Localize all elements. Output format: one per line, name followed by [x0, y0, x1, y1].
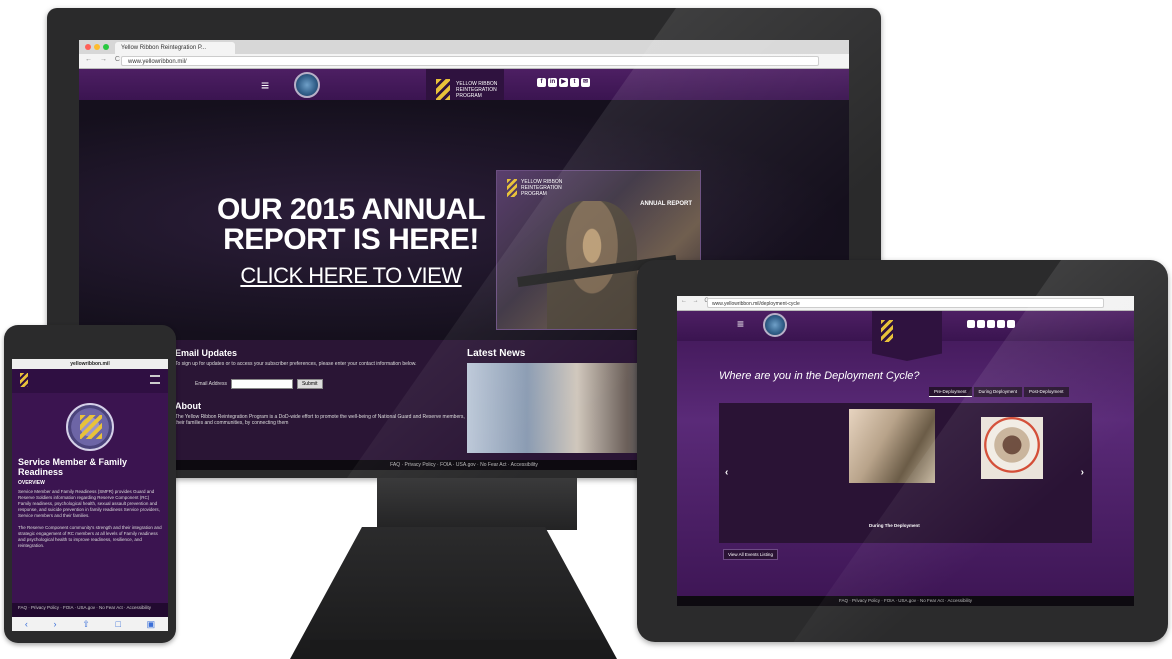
browser-address-bar-row: ← → C www.yellowribbon.mil/ [79, 54, 849, 69]
safari-toolbar: ‹ › ⇧ □ ▣ [12, 617, 168, 631]
hero-cta-link[interactable]: CLICK HERE TO VIEW [206, 263, 496, 289]
deployment-carousel: ‹ During The Deployment › [719, 403, 1092, 543]
address-input[interactable]: www.yellowribbon.mil/ [121, 56, 819, 66]
carousel-caption: During The Deployment [869, 523, 920, 528]
tablet-screen: ← → C www.yellowribbon.mil/deployment-cy… [677, 296, 1134, 606]
page-title: Service Member & Family Readiness [18, 457, 128, 477]
logo-text: YELLOW RIBBON REINTEGRATION PROGRAM [456, 81, 498, 99]
report-title: ANNUAL REPORT [640, 201, 692, 207]
browser-tab[interactable]: Yellow Ribbon Reintegration P... [115, 42, 235, 54]
email-icon[interactable]: ✉ [581, 78, 590, 87]
menu-icon[interactable] [150, 375, 160, 384]
phone-screen: yellowribbon.mil Service Member & Family… [12, 359, 168, 617]
youtube-icon[interactable]: ▶ [559, 78, 568, 87]
tablet-address-bar-row: ← → C www.yellowribbon.mil/deployment-cy… [677, 296, 1134, 311]
menu-icon[interactable]: ≡ [737, 318, 744, 330]
facebook-icon[interactable]: f [537, 78, 546, 87]
mobile-phone: yellowribbon.mil Service Member & Family… [4, 325, 176, 643]
tabs-icon[interactable]: ▣ [147, 619, 156, 630]
twitter-icon[interactable]: t [570, 78, 579, 87]
submit-button[interactable]: Submit [296, 379, 323, 389]
section-subtitle: OVERVIEW [18, 480, 45, 486]
carousel-next-icon[interactable]: › [1081, 467, 1084, 478]
minimize-window-icon[interactable] [94, 44, 100, 50]
linkedin-icon[interactable] [977, 320, 985, 328]
about-heading: About [175, 401, 201, 411]
youtube-icon[interactable] [987, 320, 995, 328]
hero-title: OUR 2015 ANNUAL REPORT IS HERE! [216, 193, 486, 256]
bookmarks-icon[interactable]: □ [115, 619, 120, 629]
phone-footer[interactable]: FAQ · Privacy Policy · FOIA · USA.gov · … [12, 603, 168, 617]
view-all-events-button[interactable]: View All Events Listing [723, 549, 778, 560]
facebook-icon[interactable] [967, 320, 975, 328]
forward-icon[interactable]: › [54, 619, 57, 629]
monitor-stand-plate [310, 640, 600, 657]
ribbon-stripes-icon[interactable] [20, 373, 28, 387]
social-links: f in ▶ t ✉ [537, 78, 590, 87]
email-updates-heading: Email Updates [175, 348, 238, 358]
deployment-question: Where are you in the Deployment Cycle? [719, 370, 920, 382]
tab-during-deployment[interactable]: During Deployment [973, 387, 1023, 397]
social-links [967, 320, 1015, 328]
dod-seal-icon[interactable] [294, 72, 320, 98]
phone-address-bar[interactable]: yellowribbon.mil [12, 359, 168, 369]
twitter-icon[interactable] [997, 320, 1005, 328]
carousel-photo[interactable] [849, 409, 935, 483]
body-paragraph: The Reserve Component community's streng… [18, 525, 162, 548]
share-icon[interactable]: ⇧ [82, 619, 90, 630]
browser-tab-bar: Yellow Ribbon Reintegration P... [79, 40, 849, 54]
address-input[interactable]: www.yellowribbon.mil/deployment-cycle [707, 298, 1104, 308]
menu-icon[interactable]: ≡ [261, 78, 269, 92]
tablet: ← → C www.yellowribbon.mil/deployment-cy… [637, 260, 1168, 642]
tablet-footer[interactable]: FAQ · Privacy Policy · FOIA · USA.gov · … [677, 596, 1134, 606]
linkedin-icon[interactable]: in [548, 78, 557, 87]
carousel-photo[interactable] [981, 417, 1043, 479]
tab-post-deployment[interactable]: Post-Deployment [1024, 387, 1069, 397]
back-icon[interactable]: ‹ [25, 619, 28, 629]
yrrp-logo[interactable] [872, 311, 942, 361]
email-signup-form: Email Address Submit [195, 379, 465, 389]
carousel-prev-icon[interactable]: ‹ [725, 467, 728, 478]
email-label: Email Address [195, 381, 227, 387]
site-header: ≡ YELLOW RIBBON REINTEGRATION PROGRAM f … [79, 69, 849, 125]
browser-nav-icons[interactable]: ← → C [85, 56, 123, 63]
about-description: The Yellow Ribbon Reintegration Program … [175, 414, 465, 426]
report-program-label: YELLOW RIBBON REINTEGRATION PROGRAM [521, 179, 563, 197]
smfr-seal-icon [66, 403, 114, 451]
close-window-icon[interactable] [85, 44, 91, 50]
email-updates-section: Email Updates To sign up for updates or … [175, 348, 465, 426]
dod-seal-icon[interactable] [763, 313, 787, 337]
body-paragraph: Service Member and Family Readiness (SMF… [18, 489, 160, 518]
tab-pre-deployment[interactable]: Pre-Deployment [929, 387, 972, 397]
monitor-stand-neck [377, 478, 577, 530]
phone-header [12, 369, 168, 393]
deployment-tabs: Pre-Deployment During Deployment Post-De… [929, 387, 1069, 397]
email-field[interactable] [230, 379, 293, 389]
maximize-window-icon[interactable] [103, 44, 109, 50]
ribbon-stripes-icon [507, 179, 517, 197]
email-icon[interactable] [1007, 320, 1015, 328]
email-updates-description: To sign up for updates or to access your… [175, 361, 417, 367]
tablet-site-header: ≡ [677, 311, 1134, 361]
